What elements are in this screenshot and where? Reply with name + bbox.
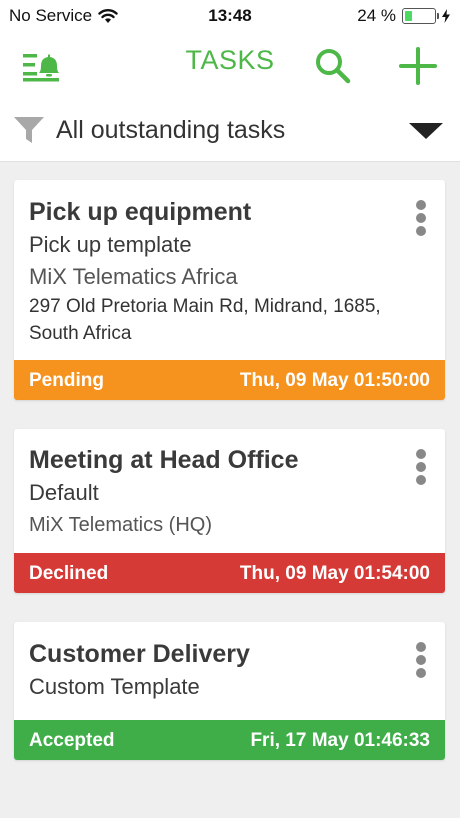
more-dot — [416, 462, 426, 472]
status-banner: Accepted Fri, 17 May 01:46:33 — [14, 720, 445, 760]
task-title: Pick up equipment — [29, 198, 252, 226]
page-title: TASKS — [185, 45, 275, 75]
more-dot — [416, 655, 426, 665]
task-organization: MiX Telematics (HQ) — [29, 514, 212, 536]
more-dot — [416, 226, 426, 236]
status-label: Pending — [29, 370, 104, 391]
battery-icon — [402, 8, 439, 24]
status-banner: Pending Thu, 09 May 01:50:00 — [14, 360, 445, 400]
task-datetime: Thu, 09 May 01:54:00 — [239, 563, 430, 584]
more-options-button[interactable] — [409, 200, 433, 240]
task-card[interactable]: Meeting at Head Office Default MiX Telem… — [14, 429, 445, 593]
search-button[interactable] — [313, 46, 353, 86]
charging-bolt-icon — [442, 9, 450, 23]
filter-icon — [14, 117, 44, 143]
more-dot — [416, 668, 426, 678]
chevron-down-icon — [409, 123, 443, 139]
battery-group: 24 % — [357, 6, 450, 26]
more-dot — [416, 475, 426, 485]
search-icon — [316, 49, 351, 84]
more-dot — [416, 213, 426, 223]
status-label: Accepted — [29, 730, 115, 751]
status-bar: No Service 13:48 24 % — [0, 0, 460, 32]
plus-icon — [399, 47, 437, 85]
task-template: Custom Template — [29, 674, 200, 699]
task-template: Default — [29, 480, 99, 505]
filter-label: All outstanding tasks — [56, 116, 286, 144]
task-address: 297 Old Pretoria Main Rd, Midrand, 1685,… — [29, 296, 381, 344]
task-card[interactable]: Customer Delivery Custom Template Accept… — [14, 622, 445, 760]
more-options-button[interactable] — [409, 449, 433, 489]
task-title: Customer Delivery — [29, 640, 250, 668]
task-datetime: Fri, 17 May 01:46:33 — [250, 730, 430, 751]
status-label: Declined — [29, 563, 109, 584]
task-title: Meeting at Head Office — [29, 446, 299, 474]
more-dot — [416, 449, 426, 459]
battery-level — [405, 11, 412, 21]
more-dot — [416, 642, 426, 652]
task-organization: MiX Telematics Africa — [29, 264, 238, 289]
task-card[interactable]: Pick up equipment Pick up template MiX T… — [14, 180, 445, 400]
task-datetime: Thu, 09 May 01:50:00 — [239, 370, 430, 391]
more-options-button[interactable] — [409, 642, 433, 682]
status-banner: Declined Thu, 09 May 01:54:00 — [14, 553, 445, 593]
more-dot — [416, 200, 426, 210]
nav-bar: TASKS — [0, 32, 460, 102]
add-task-button[interactable] — [398, 46, 438, 86]
task-template: Pick up template — [29, 232, 192, 257]
task-filter-selector[interactable]: All outstanding tasks — [0, 102, 460, 162]
battery-percent: 24 % — [357, 6, 396, 25]
